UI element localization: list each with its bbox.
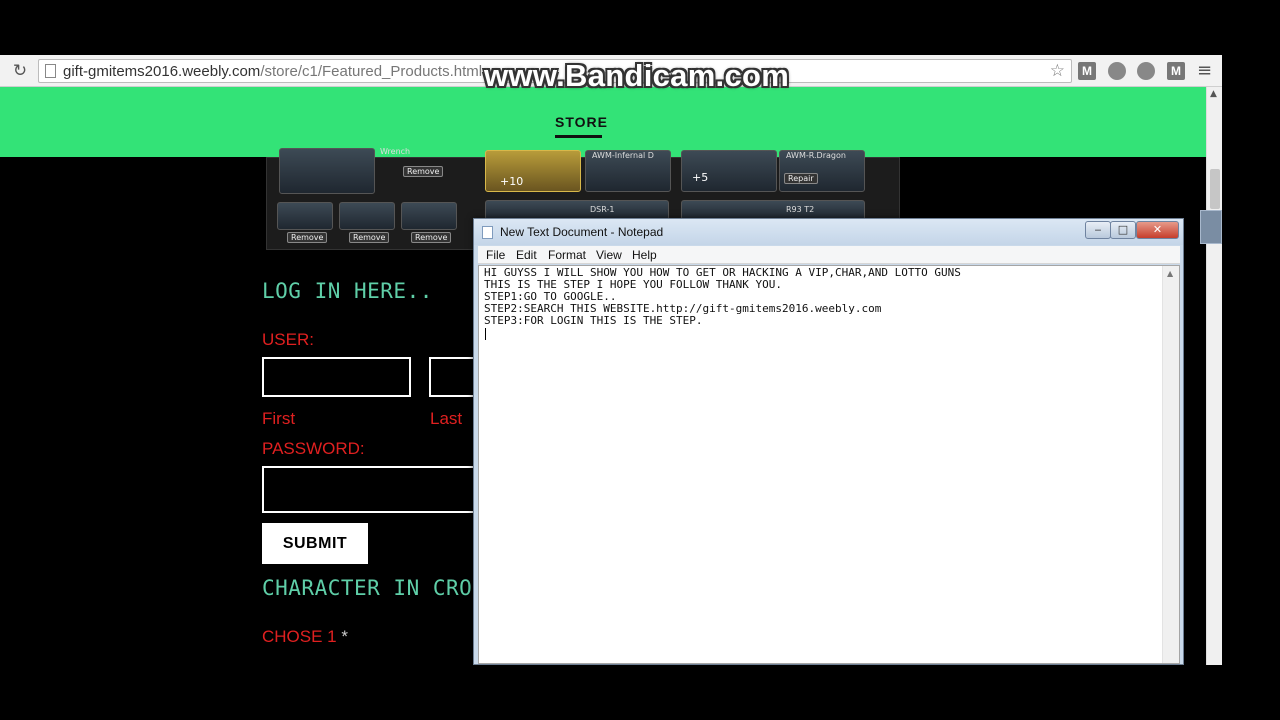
scroll-up-icon[interactable]: ▲	[1167, 269, 1173, 278]
slot-label: DSR-1	[590, 205, 615, 214]
menu-format[interactable]: Format	[548, 248, 586, 262]
extension-m-icon-2[interactable]: M	[1167, 62, 1185, 80]
page-icon	[45, 64, 56, 78]
menu-icon[interactable]: ≡	[1197, 60, 1212, 81]
extension-m-icon[interactable]: M	[1078, 62, 1096, 80]
first-name-input[interactable]	[262, 357, 411, 397]
notepad-icon	[482, 226, 493, 239]
slot-label: Wrench	[380, 147, 411, 156]
inventory-slot: R93 T2	[681, 200, 865, 220]
url-host: gift-gmitems2016.weebly.com	[63, 63, 261, 80]
site-header: STORE	[0, 87, 1206, 157]
notepad-title: New Text Document - Notepad	[500, 225, 664, 239]
slot-label: R93 T2	[786, 205, 815, 214]
notepad-text-area[interactable]: HI GUYSS I WILL SHOW YOU HOW TO GET OR H…	[478, 265, 1180, 664]
page-scrollbar[interactable]: ▲	[1206, 87, 1222, 665]
last-label: Last	[430, 409, 463, 428]
slot-badge: +10	[500, 175, 524, 188]
chose-label: CHOSE 1 *	[262, 627, 348, 647]
extension-globe-icon[interactable]	[1137, 62, 1155, 80]
text-caret	[485, 328, 486, 340]
scroll-thumb[interactable]	[1210, 169, 1220, 209]
notepad-scrollbar[interactable]: ▲	[1162, 266, 1179, 663]
url-path: /store/c1/Featured_Products.html	[260, 63, 483, 80]
user-label: USER:	[262, 330, 314, 349]
screen: ↻ gift-gmitems2016.weebly.com/store/c1/F…	[0, 0, 1280, 720]
notepad-window[interactable]: New Text Document - Notepad ‒ □ ✕ File E…	[473, 218, 1184, 665]
menu-view[interactable]: View	[596, 248, 622, 262]
slot-button: Remove	[403, 166, 444, 177]
first-label: First	[262, 409, 296, 428]
slot-label: AWM-R.Dragon	[786, 151, 846, 160]
star-icon[interactable]: ☆	[1050, 61, 1065, 81]
menu-edit[interactable]: Edit	[516, 248, 537, 262]
inventory-slot: +10	[485, 150, 581, 192]
scroll-up-icon[interactable]: ▲	[1210, 89, 1217, 99]
inventory-slot: AWM-Infernal D	[585, 150, 671, 192]
background-window-edge	[1200, 210, 1222, 244]
menu-file[interactable]: File	[486, 248, 505, 262]
inventory-slot: +5	[681, 150, 777, 192]
submit-button[interactable]: SUBMIT	[262, 523, 368, 564]
notepad-titlebar[interactable]: New Text Document - Notepad ‒ □ ✕	[474, 219, 1183, 245]
password-input[interactable]	[262, 466, 492, 513]
slot-button: Repair	[784, 173, 818, 184]
slot-button: Remove	[287, 232, 328, 243]
login-heading: LOG IN HERE..	[262, 279, 433, 303]
slot-badge: +5	[692, 171, 709, 184]
slot-button: Remove	[411, 232, 452, 243]
password-label: PASSWORD:	[262, 439, 365, 458]
bandicam-watermark: www.Bandicam.com	[484, 58, 790, 93]
required-star: *	[341, 627, 348, 646]
inventory-slot: AWM-R.Dragon Repair	[779, 150, 865, 192]
chose-label-text: CHOSE 1	[262, 627, 337, 646]
nav-store-link[interactable]: STORE	[555, 114, 608, 130]
inventory-slot: DSR-1	[485, 200, 669, 220]
maximize-icon[interactable]: □	[1110, 221, 1136, 239]
menu-help[interactable]: Help	[632, 248, 657, 262]
close-icon[interactable]: ✕	[1136, 221, 1179, 239]
inventory-slot	[401, 202, 457, 230]
extension-circle-icon[interactable]	[1108, 62, 1126, 80]
inventory-slot: Wrench	[279, 147, 410, 194]
notepad-menubar: File Edit Format View Help	[478, 246, 1180, 264]
inventory-slot	[339, 202, 395, 230]
minimize-icon[interactable]: ‒	[1085, 221, 1111, 239]
character-heading: CHARACTER IN CROSS	[262, 576, 499, 600]
url-text[interactable]: gift-gmitems2016.weebly.com/store/c1/Fea…	[63, 63, 482, 80]
inventory-slot	[277, 202, 333, 230]
reload-icon[interactable]: ↻	[10, 61, 30, 81]
notepad-text: HI GUYSS I WILL SHOW YOU HOW TO GET OR H…	[484, 266, 961, 327]
slot-button: Remove	[349, 232, 390, 243]
nav-active-underline	[555, 135, 602, 138]
slot-label: AWM-Infernal D	[592, 151, 654, 160]
